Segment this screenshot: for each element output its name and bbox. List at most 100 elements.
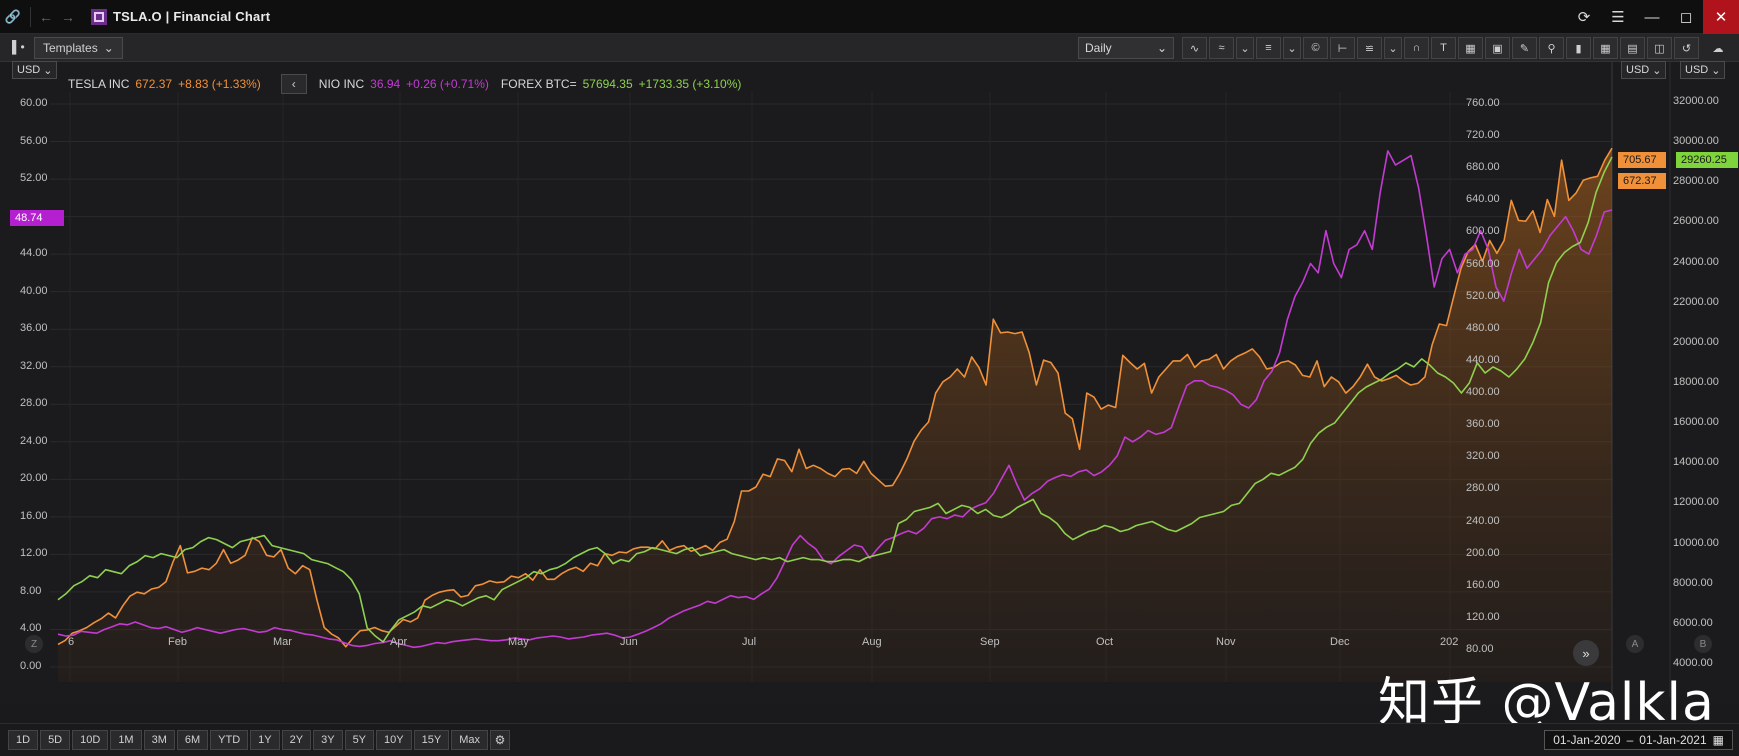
close-icon[interactable]: ✕ (1703, 0, 1739, 34)
mid-axis-tick-label: 440.00 (1466, 353, 1500, 366)
reset-icon[interactable]: ↺ (1674, 37, 1699, 59)
x-tick-label: Dec (1330, 636, 1350, 648)
tsla-last-price-tag: 672.37 (1618, 173, 1666, 189)
right-axis-tick-label: 12000.00 (1673, 496, 1719, 509)
cloud-icon[interactable]: ☁ (1701, 37, 1735, 59)
mid-axis-tick-label: 80.00 (1466, 643, 1494, 655)
chevron-down-icon[interactable]: ⌄ (1236, 37, 1254, 59)
range-button-1m[interactable]: 1M (110, 730, 142, 750)
mid-axis-tick-label: 760.00 (1466, 97, 1500, 109)
left-axis-tick-label: 0.00 (20, 660, 42, 672)
chevron-down-icon[interactable]: ⌄ (1283, 37, 1301, 59)
line-chart-icon[interactable]: ∿ (1182, 37, 1207, 59)
x-tick-label: 6 (68, 636, 75, 648)
right-axis-tick-label: 22000.00 (1673, 295, 1719, 308)
right-axis-tick-label: 20000.00 (1673, 335, 1719, 348)
fibonacci-icon[interactable]: ≌ (1357, 37, 1382, 59)
mid-axis-tick-label: 640.00 (1466, 193, 1500, 206)
right-currency-select[interactable]: USD ⌄ (1680, 61, 1726, 79)
chart-area[interactable]: USD ⌄ USD ⌄ USD ⌄ TESLA INC 672.37 +8.83… (0, 61, 1739, 733)
crosshair-icon[interactable]: ⊢ (1330, 37, 1355, 59)
range-button-2y[interactable]: 2Y (281, 730, 312, 750)
a-marker[interactable]: A (1626, 635, 1644, 653)
maximize-icon[interactable]: ◻ (1669, 0, 1703, 34)
mid-axis-tick-label: 720.00 (1466, 129, 1500, 142)
chevron-down-icon[interactable]: ⌄ (1384, 37, 1402, 59)
range-button-ytd[interactable]: YTD (210, 730, 249, 750)
calendar-icon: ▦ (1712, 733, 1724, 747)
range-button-1y[interactable]: 1Y (250, 730, 280, 750)
panel-toggle-icon[interactable]: ▌• (12, 40, 25, 54)
mid-currency-label: USD (1626, 64, 1650, 76)
legend-tsla-name[interactable]: TESLA INC (68, 77, 129, 91)
series-area-tesla (58, 148, 1612, 682)
link-icon[interactable]: 🔗 (0, 0, 26, 34)
chevron-down-icon: ⌄ (1711, 64, 1721, 77)
range-button-3y[interactable]: 3Y (313, 730, 343, 750)
minimize-icon[interactable]: — (1635, 0, 1669, 34)
interval-label: Daily (1085, 41, 1112, 55)
range-button-5d[interactable]: 5D (40, 730, 71, 750)
btc-price-tag: 29260.25 (1676, 152, 1738, 168)
chart-settings-icon[interactable]: ◫ (1647, 37, 1672, 59)
app-logo-icon (91, 8, 107, 25)
interval-select[interactable]: Daily ⌄ (1078, 37, 1174, 59)
left-axis-tick-label: 44.00 (20, 247, 48, 260)
range-button-10d[interactable]: 10D (72, 730, 109, 750)
mid-axis-tick-label: 680.00 (1466, 161, 1500, 174)
legend-collapse-button[interactable]: ‹ (280, 74, 307, 94)
box-icon[interactable]: ▣ (1485, 37, 1510, 59)
window-title: TSLA.O | Financial Chart (113, 9, 271, 24)
shape-icon[interactable]: ▦ (1458, 37, 1483, 59)
compare-icon[interactable]: ≈ (1209, 37, 1234, 59)
legend-nio-name[interactable]: NIO INC (319, 77, 364, 91)
x-tick-label: Sep (980, 636, 1000, 648)
range-button-15y[interactable]: 15Y (413, 730, 450, 750)
chevron-down-icon: ⌄ (1156, 41, 1167, 55)
range-button-1d[interactable]: 1D (8, 730, 39, 750)
left-axis-tick-label: 36.00 (20, 322, 48, 335)
date-separator: – (1626, 733, 1634, 747)
range-button-5y[interactable]: 5Y (344, 730, 375, 750)
x-tick-label: Feb (168, 636, 187, 648)
back-arrow-icon[interactable]: ← (35, 9, 57, 25)
mid-axis-tick-label: 560.00 (1466, 257, 1500, 270)
gear-icon[interactable]: ⚙ (489, 730, 510, 750)
z-marker[interactable]: Z (25, 635, 43, 653)
list-icon[interactable]: ≡ (1256, 37, 1281, 59)
left-axis-tick-label: 20.00 (20, 472, 48, 485)
left-axis-tick-label: 28.00 (20, 397, 48, 410)
currency-icon[interactable]: © (1303, 37, 1328, 59)
right-axis-tick-label: 28000.00 (1673, 175, 1719, 188)
b-marker[interactable]: B (1694, 635, 1712, 653)
panel-icon[interactable]: ▤ (1620, 37, 1645, 59)
range-button-6m[interactable]: 6M (176, 730, 209, 750)
templates-dropdown[interactable]: Templates ⌄ (34, 36, 123, 59)
text-icon[interactable]: T (1431, 37, 1456, 59)
date-range-picker[interactable]: 01-Jan-2020 – 01-Jan-2021 ▦ (1544, 730, 1733, 750)
right-axis-tick-label: 16000.00 (1673, 416, 1719, 429)
legend-btc-name[interactable]: FOREX BTC= (501, 77, 577, 91)
range-button-3m[interactable]: 3M (143, 730, 175, 750)
mid-axis-tick-label: 480.00 (1466, 321, 1500, 334)
menu-icon[interactable]: ☰ (1601, 0, 1635, 34)
magnet-icon[interactable]: ∩ (1404, 37, 1429, 59)
x-tick-label: Jul (742, 636, 757, 648)
mid-axis-tick-label: 520.00 (1466, 289, 1500, 302)
range-button-max[interactable]: Max (451, 730, 488, 750)
range-button-10y[interactable]: 10Y (376, 730, 412, 750)
tsla-high-price-tag: 705.67 (1618, 152, 1666, 168)
grid-icon[interactable]: ▦ (1593, 37, 1618, 59)
left-currency-select[interactable]: USD ⌄ (12, 61, 58, 79)
zoom-icon[interactable]: ⚲ (1539, 37, 1564, 59)
mid-currency-select[interactable]: USD ⌄ (1621, 61, 1667, 79)
annotation-icon[interactable]: ✎ (1512, 37, 1537, 59)
legend-btc-price: 57694.35 (582, 77, 633, 91)
chart-canvas[interactable] (0, 62, 1739, 705)
refresh-icon[interactable]: ⟳ (1567, 0, 1601, 34)
forward-arrow-icon[interactable]: → (57, 9, 79, 25)
x-tick-label: Apr (390, 636, 408, 648)
left-axis-tick-label: 52.00 (20, 172, 48, 185)
bar-chart-icon[interactable]: ▮ (1566, 37, 1591, 59)
x-tick-label: May (508, 636, 529, 648)
